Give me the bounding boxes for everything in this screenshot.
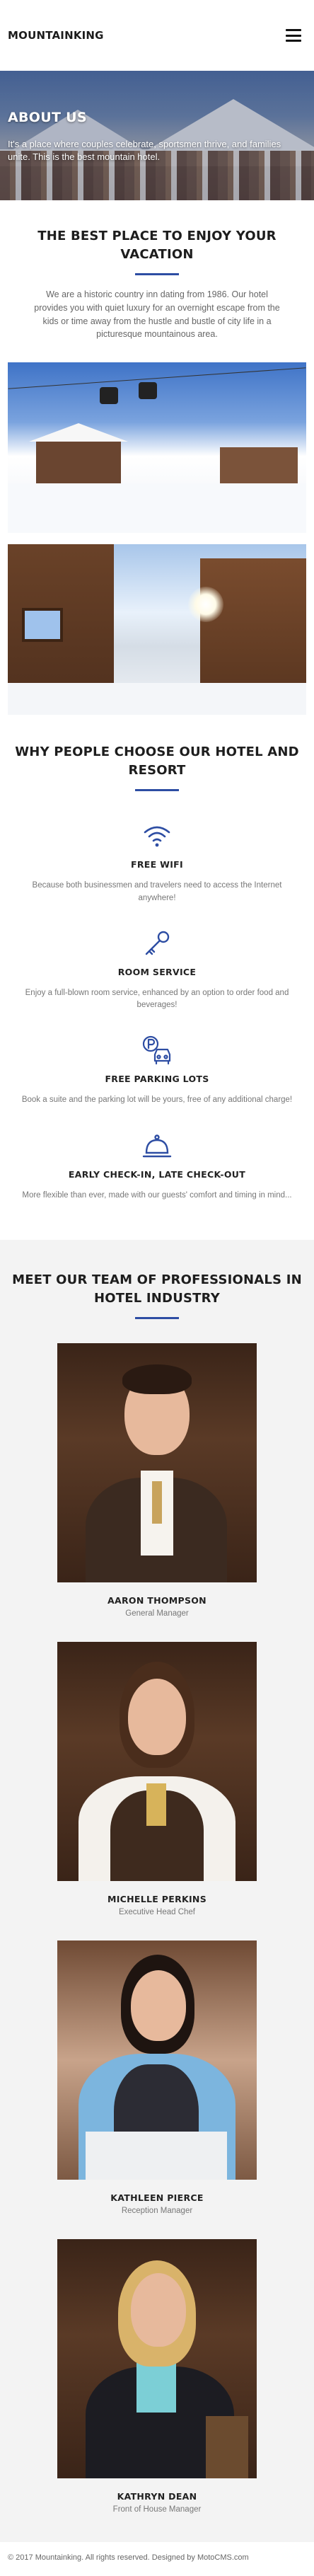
tie-shape [146,1783,166,1827]
team-member-role: Executive Head Chef [118,1908,196,1917]
feature-item: ROOM SERVICE Enjoy a full-blown room ser… [8,912,306,1019]
snow-slope [8,483,306,534]
chalet-shape [29,423,128,490]
about-title: THE BEST PLACE TO ENJOY YOUR VACATION [37,229,277,263]
title-underline [135,1317,179,1320]
team-member-photo [57,1343,257,1583]
hero-text: ABOUT US It's a place where couples cele… [8,110,304,163]
team-member-role: General Manager [125,1609,189,1618]
team-title: MEET OUR TEAM OF PROFESSIONALS IN HOTEL … [12,1272,302,1306]
team-member: MICHELLE PERKINS Executive Head Chef [0,1642,314,1916]
feature-title: ROOM SERVICE [117,966,197,977]
gondola-shape [139,382,157,400]
feature-title: EARLY CHECK-IN, LATE CHECK-OUT [68,1168,246,1180]
feature-title: FREE PARKING LOTS [105,1074,209,1085]
hero-title: ABOUT US [8,110,87,125]
snow-ground [8,683,306,715]
face-shape [128,1679,186,1756]
site-footer: © 2017 Mountainking. All rights reserved… [0,2542,314,2576]
gondola-shape [100,387,118,405]
bell-icon [140,1129,174,1163]
pillow-shape [86,2132,227,2180]
feature-text: More flexible than ever, made with our g… [22,1190,292,1200]
key-icon [140,927,174,961]
team-member-name: MICHELLE PERKINS [107,1894,207,1905]
hero-banner: ABOUT US It's a place where couples cele… [0,71,314,200]
team-member: AARON THOMPSON General Manager [0,1343,314,1618]
features-title: WHY PEOPLE CHOOSE OUR HOTEL AND RESORT [15,744,299,778]
site-logo[interactable]: MOUNTAINKING [8,29,104,42]
team-member-name: KATHRYN DEAN [117,2491,197,2502]
hamburger-icon[interactable] [286,29,301,42]
hair-shape [122,1364,192,1395]
face-shape [131,2273,186,2347]
parking-icon [140,1034,174,1068]
hamburger-line [286,29,301,31]
cable-line [8,367,306,389]
team-member-name: KATHLEEN PIERCE [110,2192,204,2204]
feature-item: FREE WIFI Because both businessmen and t… [8,804,306,912]
copyright-text: © 2017 Mountainking. All rights reserved… [8,2553,249,2563]
about-section: THE BEST PLACE TO ENJOY YOUR VACATION We… [0,200,314,362]
team-member-photo [57,2239,257,2479]
team-member-name: AARON THOMPSON [107,1595,207,1606]
team-member: KATHRYN DEAN Front of House Manager [0,2239,314,2514]
team-member-role: Reception Manager [121,2207,193,2216]
face-shape [131,1970,186,2042]
title-underline [135,789,179,792]
team-member-photo [57,1642,257,1882]
team-member-role: Front of House Manager [112,2505,202,2514]
sun-glow [188,587,223,623]
feature-title: FREE WIFI [131,859,183,870]
wifi-icon [140,820,174,853]
features-section: WHY PEOPLE CHOOSE OUR HOTEL AND RESORT F… [0,715,314,1223]
tie-shape [152,1481,162,1524]
team-member: KATHLEEN PIERCE Reception Manager [0,1940,314,2215]
feature-text: Enjoy a full-blown room service, enhance… [25,988,289,1010]
resort-photo-chalets [8,544,306,715]
title-underline [135,273,179,276]
feature-text: Because both businessmen and travelers n… [32,881,282,902]
feature-item: EARLY CHECK-IN, LATE CHECK-OUT More flex… [8,1114,306,1209]
team-section: MEET OUR TEAM OF PROFESSIONALS IN HOTEL … [0,1239,314,2543]
feature-text: Book a suite and the parking lot will be… [21,1096,293,1105]
about-text: We are a historic country inn dating fro… [34,289,280,340]
site-header: MOUNTAINKING [0,0,314,71]
hamburger-line [286,40,301,42]
scarf-shape [136,2363,176,2413]
feature-item: FREE PARKING LOTS Book a suite and the p… [8,1018,306,1113]
team-member-photo [57,1940,257,2180]
desk-lamp-shape [206,2416,248,2479]
hero-subtitle: It's a place where couples celebrate, sp… [8,139,281,163]
hamburger-line [286,34,301,37]
resort-photo-gondolas [8,362,306,534]
